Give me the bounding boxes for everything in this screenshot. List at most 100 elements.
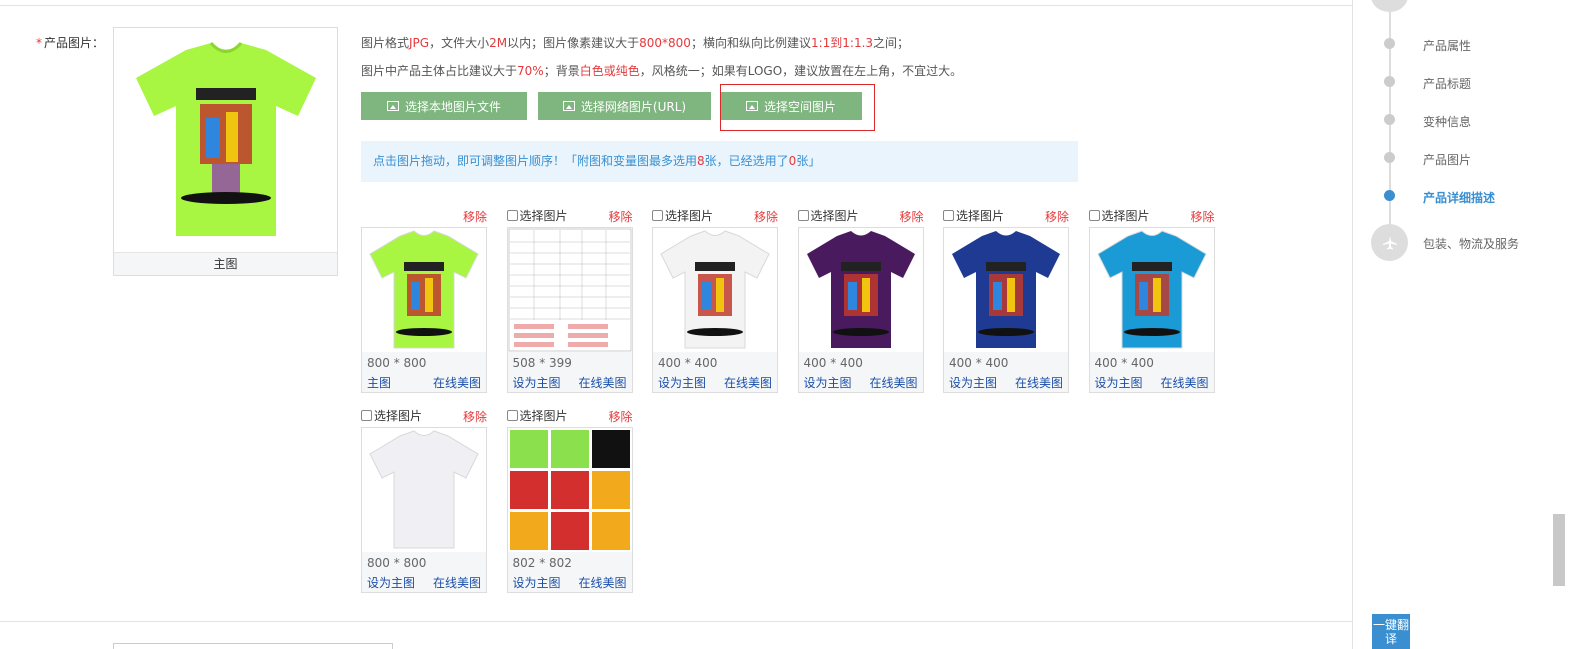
bottom-divider — [0, 621, 1353, 622]
checkbox-box[interactable] — [506, 410, 518, 421]
sidebar-item[interactable]: 产品标题 — [1423, 75, 1471, 92]
image-item-frame[interactable]: 802 * 802 设为主图 在线美图 — [506, 427, 633, 593]
image-thumbnail[interactable] — [362, 228, 486, 352]
select-network-image-label: 选择网络图片(URL) — [580, 99, 687, 114]
image-thumbnail[interactable] — [944, 228, 1068, 352]
image-item-frame[interactable]: 400 * 400 设为主图 在线美图 — [1088, 227, 1215, 393]
remove-image-link[interactable]: 移除 — [608, 408, 632, 425]
select-local-image-button[interactable]: 选择本地图片文件 — [361, 92, 527, 120]
text-segment: 白色或纯色 — [579, 64, 640, 78]
scrollbar-thumb[interactable] — [1553, 514, 1565, 586]
select-image-label: 选择图片 — [374, 409, 423, 423]
text-segment: 之间； — [873, 36, 910, 50]
sidebar-item[interactable]: 产品图片 — [1423, 151, 1471, 168]
text-segment: 70% — [517, 64, 544, 78]
remove-image-link[interactable]: 移除 — [1190, 208, 1214, 225]
image-icon — [562, 101, 575, 111]
select-image-checkbox[interactable]: 选择图片 — [797, 207, 859, 224]
set-main-image-link[interactable]: 主图 — [367, 374, 391, 391]
text-segment: ，风格统一；如果有LOGO，建议放置在左上角，不宜过大。 — [639, 64, 963, 78]
checkbox-box[interactable] — [1088, 210, 1100, 221]
set-main-image-link[interactable]: 设为主图 — [367, 574, 415, 591]
select-image-checkbox[interactable]: 选择图片 — [943, 207, 1004, 224]
select-image-checkbox[interactable]: 选择图片 — [652, 207, 713, 224]
drag-sort-notice: 点击图片拖动，即可调整图片顺序！「附图和变量图最多选用8张，已经选用了0张」 — [361, 141, 1078, 182]
sidebar-item[interactable]: 产品属性 — [1423, 37, 1471, 54]
image-thumbnail[interactable] — [507, 428, 632, 552]
text-segment: 以内；图片像素建议大于 — [507, 36, 640, 50]
text-segment: 点击图片拖动，即可调整图片顺序！「附图和变量图最多选用 — [373, 154, 698, 168]
image-size: 800 * 800 — [367, 556, 427, 570]
select-image-label: 选择图片 — [956, 209, 1005, 223]
online-edit-link[interactable]: 在线美图 — [1160, 374, 1208, 391]
tshirt-main-image — [135, 41, 316, 236]
text-segment: 800*800 — [639, 36, 691, 50]
sidebar-item[interactable]: 产品详细描述 — [1423, 189, 1495, 206]
checkbox-box[interactable] — [797, 210, 809, 221]
online-edit-link[interactable]: 在线美图 — [1015, 374, 1063, 391]
text-segment: JPG — [409, 36, 430, 50]
set-main-image-link[interactable]: 设为主图 — [804, 374, 852, 391]
text-segment: 张，已经选用了 — [704, 154, 789, 168]
select-image-checkbox[interactable]: 选择图片 — [506, 207, 568, 224]
image-item-header: 选择图片 移除 — [943, 205, 1069, 225]
main-image-card[interactable]: 主图 — [113, 27, 338, 276]
select-image-checkbox[interactable]: 选择图片 — [506, 407, 568, 424]
sidebar-panel — [1353, 0, 1575, 649]
top-divider — [0, 5, 1353, 6]
image-icon — [386, 101, 399, 111]
remove-image-link[interactable]: 移除 — [754, 208, 778, 225]
image-item-frame[interactable]: 800 * 800 设为主图 在线美图 — [361, 427, 487, 593]
one-click-translate-button[interactable]: 一键翻译 — [1372, 614, 1410, 649]
online-edit-link[interactable]: 在线美图 — [578, 574, 626, 591]
checkbox-box[interactable] — [652, 210, 663, 221]
select-network-image-button[interactable]: 选择网络图片(URL) — [538, 92, 711, 120]
product-image-label-text: 产品图片： — [44, 36, 105, 50]
image-thumbnail[interactable] — [507, 228, 632, 352]
set-main-image-link[interactable]: 设为主图 — [513, 574, 561, 591]
online-edit-link[interactable]: 在线美图 — [433, 574, 481, 591]
select-image-label: 选择图片 — [810, 209, 859, 223]
select-image-checkbox[interactable]: 选择图片 — [361, 407, 422, 424]
image-thumbnail[interactable] — [362, 428, 486, 552]
set-main-image-link[interactable]: 设为主图 — [513, 374, 561, 391]
remove-image-link[interactable]: 移除 — [1045, 208, 1069, 225]
image-item-frame[interactable]: 400 * 400 设为主图 在线美图 — [652, 227, 778, 393]
select-local-image-label: 选择本地图片文件 — [404, 99, 501, 114]
plane-icon-glyph — [1382, 235, 1397, 249]
sidebar-item-shipping[interactable]: 包装、物流及服务 — [1423, 235, 1519, 252]
image-icon — [745, 101, 758, 111]
set-main-image-link[interactable]: 设为主图 — [1095, 374, 1143, 391]
checkbox-box[interactable] — [506, 210, 518, 221]
image-thumbnail[interactable] — [653, 228, 777, 352]
image-item-frame[interactable]: 800 * 800 主图 在线美图 — [361, 227, 487, 393]
image-item-frame[interactable]: 508 * 399 设为主图 在线美图 — [506, 227, 633, 393]
remove-image-link[interactable]: 移除 — [608, 208, 632, 225]
remove-image-link[interactable]: 移除 — [463, 208, 487, 225]
image-item-header: 选择图片 移除 — [652, 205, 778, 225]
image-item-header: 选择图片 移除 — [797, 205, 924, 225]
remove-image-link[interactable]: 移除 — [463, 408, 487, 425]
main-image-caption: 主图 — [114, 252, 337, 275]
image-size: 400 * 400 — [1094, 356, 1154, 370]
image-thumbnail[interactable] — [798, 228, 923, 352]
online-edit-link[interactable]: 在线美图 — [433, 374, 481, 391]
online-edit-link[interactable]: 在线美图 — [869, 374, 917, 391]
image-item-frame[interactable]: 400 * 400 设为主图 在线美图 — [797, 227, 924, 393]
sidebar-item[interactable]: 变种信息 — [1423, 113, 1471, 130]
online-edit-link[interactable]: 在线美图 — [724, 374, 772, 391]
online-edit-link[interactable]: 在线美图 — [578, 374, 626, 391]
sidebar-step-dot — [1384, 114, 1395, 125]
set-main-image-link[interactable]: 设为主图 — [658, 374, 706, 391]
image-thumbnail[interactable] — [1089, 228, 1214, 352]
remove-image-link[interactable]: 移除 — [899, 208, 923, 225]
image-item-header: 选择图片 移除 — [1088, 205, 1215, 225]
select-image-checkbox[interactable]: 选择图片 — [1088, 207, 1150, 224]
checkbox-box[interactable] — [943, 210, 954, 221]
image-item-frame[interactable]: 400 * 400 设为主图 在线美图 — [943, 227, 1069, 393]
image-size: 508 * 399 — [512, 356, 572, 370]
checkbox-box[interactable] — [361, 410, 372, 421]
select-space-image-label: 选择空间图片 — [763, 99, 836, 114]
set-main-image-link[interactable]: 设为主图 — [949, 374, 997, 391]
select-space-image-button[interactable]: 选择空间图片 — [720, 92, 862, 120]
